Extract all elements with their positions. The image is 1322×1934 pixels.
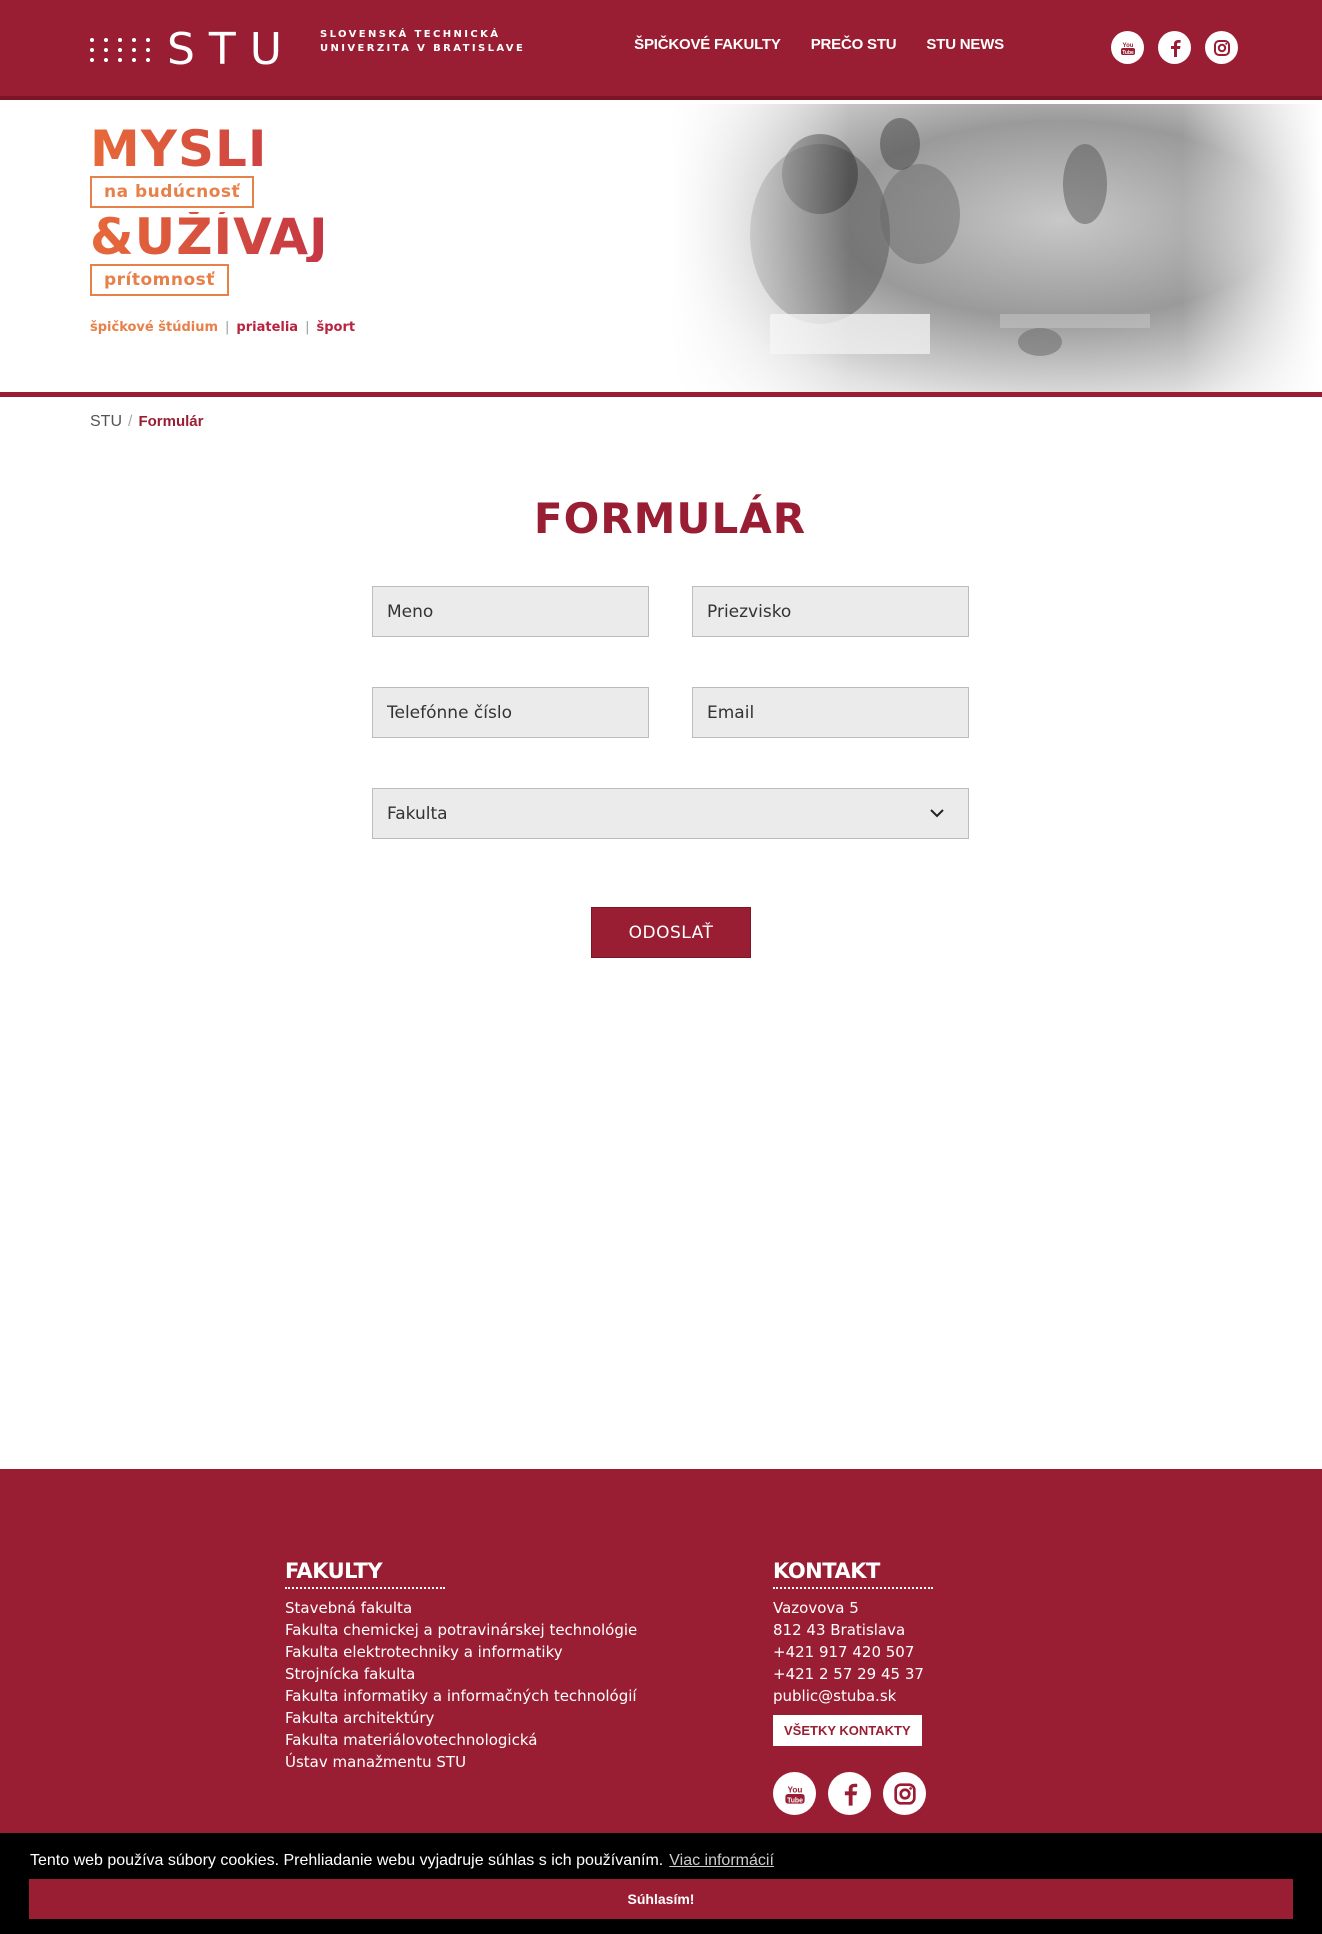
contact-list: Vazovova 5 812 43 Bratislava +421 917 42… [773, 1597, 933, 1707]
contact-email[interactable]: public@stuba.sk [773, 1685, 933, 1707]
slogan-bubble-present: prítomnosť [90, 264, 229, 296]
faculty-link[interactable]: Fakulta informatiky a informačných techn… [285, 1685, 637, 1707]
page-title: FORMULÁR [533, 494, 807, 543]
logo-subtitle-line2: UNIVERZITA V BRATISLAVE [320, 43, 526, 54]
instagram-icon[interactable] [883, 1772, 926, 1815]
footer-contact: KONTAKT Vazovova 5 812 43 Bratislava +42… [773, 1559, 933, 1815]
youtube-icon[interactable]: You Tube [1111, 31, 1144, 64]
logo-subtitle: SLOVENSKÁ TECHNICKÁ UNIVERZITA V BRATISL… [320, 28, 525, 56]
contact-street: Vazovova 5 [773, 1599, 859, 1617]
cookie-more-info-link[interactable]: Viac informácií [669, 1852, 774, 1869]
footer-faculties-heading: FAKULTY [285, 1559, 445, 1589]
youtube-icon[interactable]: You Tube [773, 1772, 816, 1815]
breadcrumb-separator: / [128, 413, 133, 430]
tag-study: špičkové štúdium [90, 320, 219, 335]
footer-social-links: You Tube [773, 1772, 933, 1815]
logo-subtitle-line1: SLOVENSKÁ TECHNICKÁ [320, 29, 501, 40]
breadcrumb-current: Formulár [138, 413, 204, 430]
top-bar: STU SLOVENSKÁ TECHNICKÁ UNIVERZITA V BRA… [0, 0, 1322, 100]
svg-text:Tube: Tube [1122, 50, 1134, 56]
all-contacts-button[interactable]: VŠETKY KONTAKTY [773, 1715, 922, 1746]
first-name-field[interactable] [372, 586, 649, 637]
faculty-list: Stavebná fakulta Fakulta chemickej a pot… [285, 1597, 637, 1773]
slogan-tags: špičkové štúdium | priatelia | šport [90, 320, 355, 335]
slogan-uzivaj: &UŽÍVAJ [90, 212, 355, 262]
logo-dots-icon [90, 38, 153, 62]
faculty-link[interactable]: Ústav manažmentu STU [285, 1751, 637, 1773]
breadcrumb-home[interactable]: STU [90, 413, 122, 431]
cookie-text: Tento web používa súbory cookies. Prehli… [30, 1852, 664, 1869]
facebook-icon[interactable] [1158, 31, 1191, 64]
slogan-bubble-future: na budúcnosť [90, 176, 255, 208]
tag-friends: priatelia [236, 320, 299, 335]
hero-divider [0, 392, 1322, 397]
faculty-link[interactable]: Strojnícka fakulta [285, 1663, 637, 1685]
faculty-link[interactable]: Fakulta materiálovotechnologická [285, 1729, 637, 1751]
nav-preco-stu[interactable]: PREČO STU [811, 36, 897, 53]
hero-photo-collage [670, 104, 1322, 394]
logo-text: STU [167, 24, 297, 75]
facebook-icon[interactable] [828, 1772, 871, 1815]
contact-city: 812 43 Bratislava [773, 1621, 906, 1639]
nav-spickove-fakulty[interactable]: ŠPIČKOVÉ FAKULTY [634, 36, 781, 53]
contact-phone-landline[interactable]: +421 2 57 29 45 37 [773, 1663, 933, 1685]
faculty-link[interactable]: Fakulta elektrotechniky a informatiky [285, 1641, 637, 1663]
faculty-select[interactable]: Fakulta [372, 788, 969, 839]
chevron-down-icon [928, 803, 946, 828]
breadcrumb: STU / Formulár [90, 413, 203, 431]
slogan-mysli: MYSLI [90, 124, 355, 174]
hero-slogan: MYSLI na budúcnosť &UŽÍVAJ prítomnosť šp… [90, 124, 355, 335]
cookie-message: Tento web používa súbory cookies. Prehli… [30, 1852, 774, 1870]
submit-button[interactable]: ODOSLAŤ [591, 907, 751, 958]
instagram-icon[interactable] [1205, 31, 1238, 64]
tag-separator: | [225, 320, 230, 335]
cookie-accept-button[interactable]: Súhlasím! [29, 1879, 1293, 1919]
phone-field[interactable] [372, 687, 649, 738]
header-social-links: You Tube [1111, 31, 1238, 64]
faculty-link[interactable]: Stavebná fakulta [285, 1597, 637, 1619]
email-field[interactable] [692, 687, 969, 738]
main-nav: ŠPIČKOVÉ FAKULTY PREČO STU STU NEWS [634, 36, 1004, 53]
footer-contact-heading: KONTAKT [773, 1559, 933, 1589]
svg-text:You: You [787, 1785, 802, 1794]
svg-text:Tube: Tube [787, 1797, 803, 1804]
nav-stu-news[interactable]: STU NEWS [926, 36, 1004, 53]
tag-separator: | [305, 320, 310, 335]
stu-logo[interactable]: STU [90, 26, 296, 74]
faculty-link[interactable]: Fakulta architektúry [285, 1707, 637, 1729]
last-name-field[interactable] [692, 586, 969, 637]
faculty-link[interactable]: Fakulta chemickej a potravinárskej techn… [285, 1619, 637, 1641]
cookie-bar: Tento web používa súbory cookies. Prehli… [0, 1833, 1322, 1934]
faculty-select-value: Fakulta [387, 803, 448, 824]
contact-phone-mobile[interactable]: +421 917 420 507 [773, 1641, 933, 1663]
footer-faculties: FAKULTY Stavebná fakulta Fakulta chemick… [285, 1559, 637, 1773]
tag-sport: šport [316, 320, 356, 335]
hero-banner: MYSLI na budúcnosť &UŽÍVAJ prítomnosť šp… [0, 104, 1322, 394]
